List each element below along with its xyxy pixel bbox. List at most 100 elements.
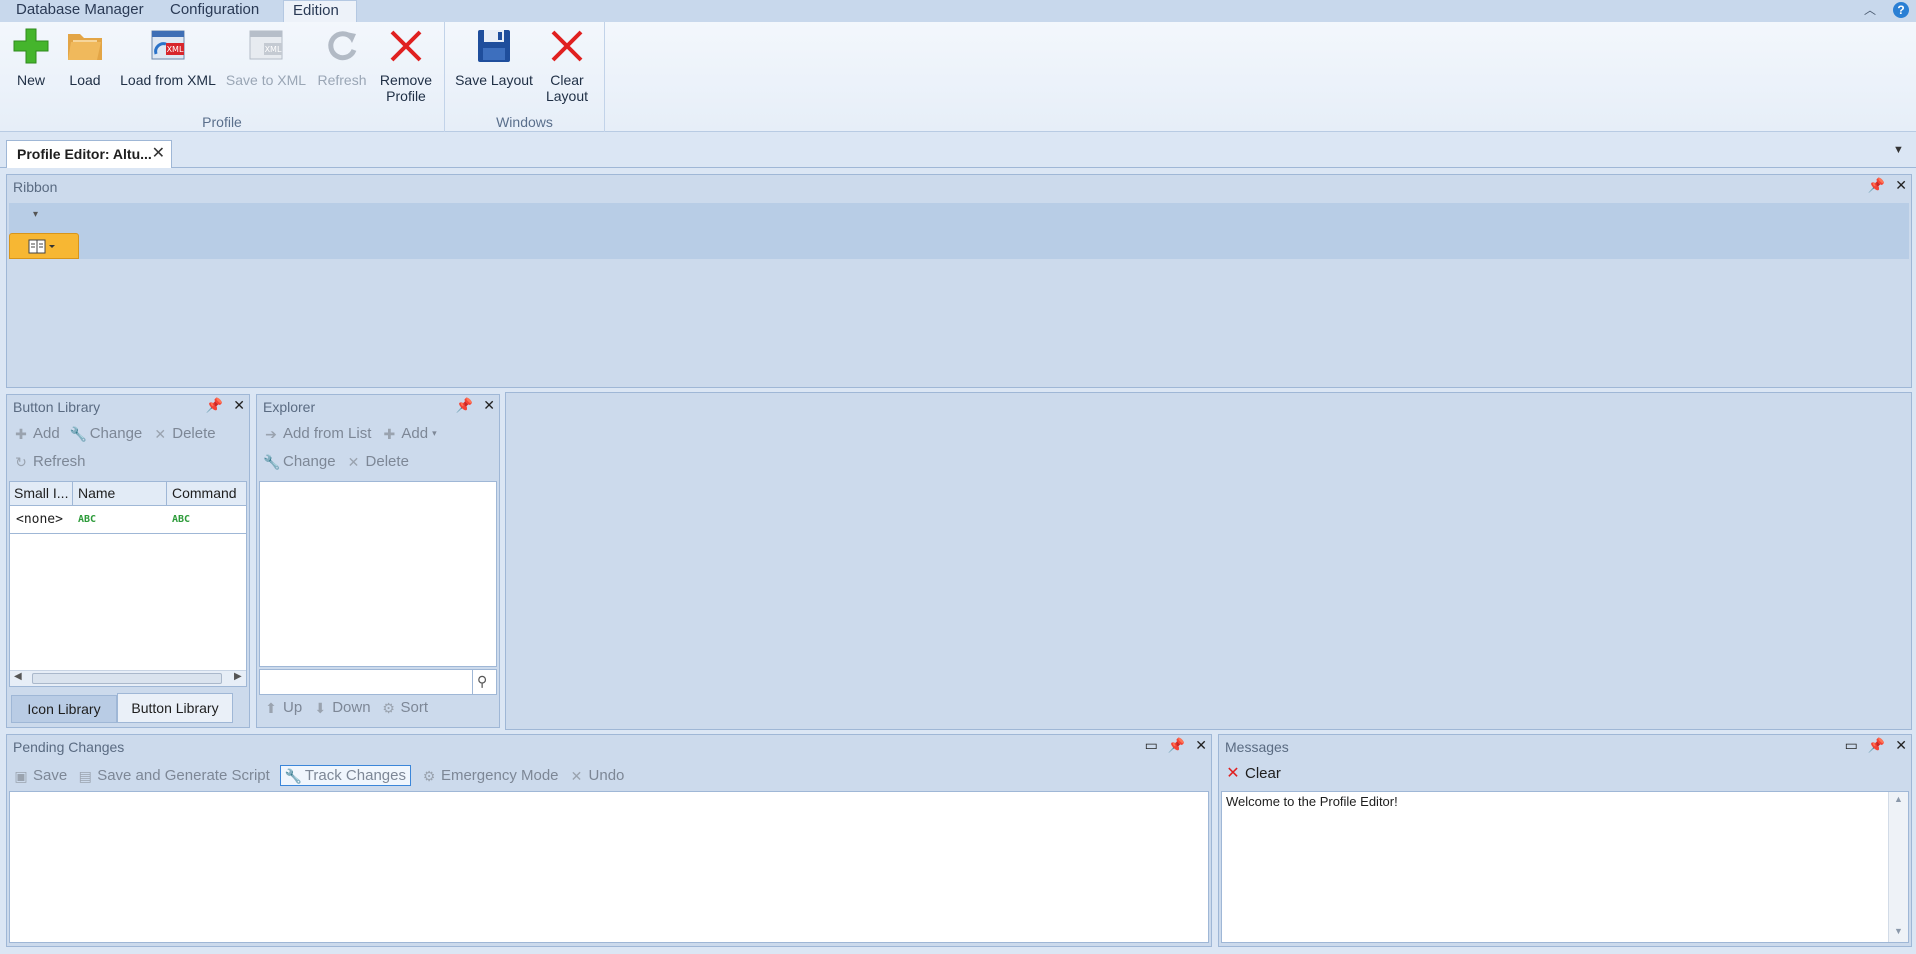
chevron-down-icon: ▾ [432,428,437,438]
abc-field-icon: ABC [78,514,97,525]
change-label: Change [283,453,336,470]
table-row[interactable]: <none> ABC ABC [10,506,246,534]
add-button[interactable]: ✚ Add [13,425,60,442]
add-label: Add [33,425,60,442]
scroll-down-icon[interactable]: ▼ [1894,926,1903,936]
delete-label: Delete [172,425,216,442]
document-tab-label: Profile Editor: Altu... [17,146,152,162]
save-to-xml-button[interactable]: XML Save to XML [224,26,308,88]
pending-changes-list[interactable] [9,791,1209,943]
column-divider [72,482,73,506]
search-icon[interactable]: ⚲ [477,673,487,690]
tab-database-manager[interactable]: Database Manager [7,0,153,22]
close-icon[interactable]: ✕ [152,141,165,167]
chevron-down-icon[interactable]: ▼ [1893,144,1904,156]
column-header-command[interactable]: Command [172,485,237,501]
tab-edition[interactable]: Edition [283,0,357,22]
horizontal-scrollbar[interactable]: ◀ ▶ [10,670,246,686]
tab-icon-library[interactable]: Icon Library [11,695,117,723]
xml-export-icon: XML [244,26,288,66]
wrench-icon: 🔧 [263,453,281,470]
pin-icon[interactable]: 📌 [1868,737,1885,754]
application-menu-button[interactable] [9,233,79,259]
remove-profile-label-2: Profile [386,88,426,104]
plus-icon [9,26,53,66]
ribbon: New Load XML Load from XML XML Save to X… [0,22,1916,132]
xml-import-icon: XML [146,26,190,66]
add-from-list-label: Add from List [283,425,372,442]
floppy-icon [472,26,516,66]
scroll-left-icon[interactable]: ◀ [14,671,22,682]
column-header-name[interactable]: Name [78,485,115,501]
load-from-xml-button[interactable]: XML Load from XML [116,26,220,88]
arrow-up-icon: ⬆ [265,699,277,716]
save-generate-script-button[interactable]: ▤ Save and Generate Script [77,767,270,784]
pin-icon[interactable]: 📌 [206,397,223,414]
remove-profile-button[interactable]: Remove Profile [376,26,436,104]
messages-log: Welcome to the Profile Editor! ▲ ▼ [1221,791,1909,943]
clear-layout-button[interactable]: Clear Layout [539,26,595,104]
up-button[interactable]: ⬆ Up [263,699,302,716]
sort-button[interactable]: ⚙ Sort [381,699,428,716]
delete-button[interactable]: ✕ Delete [346,453,409,470]
change-label: Change [89,425,143,442]
explorer-search-box[interactable]: ⚲ [259,669,497,695]
panel-buttons: ▭ 📌 ✕ [1845,737,1907,754]
scroll-right-icon[interactable]: ▶ [234,671,242,682]
maximize-icon[interactable]: ▭ [1145,737,1158,754]
refresh-button[interactable]: ↻ Refresh [13,453,85,470]
explorer-toolbar: ➔ Add from List ✚ Add ▾ [263,425,447,442]
quick-access-dropdown-icon[interactable]: ▾ [33,209,38,220]
close-icon[interactable]: ✕ [483,397,495,414]
divider [472,670,473,694]
pin-icon[interactable]: 📌 [1168,737,1185,754]
ribbon-preview-strip [9,203,1909,259]
column-header-small-icon[interactable]: Small I... [14,485,68,501]
tab-profile-editor[interactable]: Profile Editor: Altu... ✕ [6,140,172,168]
add-from-list-button[interactable]: ➔ Add from List [263,425,371,442]
help-icon[interactable]: ? [1893,2,1909,18]
tab-configuration[interactable]: Configuration [161,0,268,22]
add-dropdown-button[interactable]: ✚ Add ▾ [381,425,437,442]
close-icon[interactable]: ✕ [1895,737,1907,754]
pin-icon[interactable]: 📌 [1868,177,1885,194]
grid-header: Small I... Name Command [10,482,246,506]
script-icon: ▤ [78,767,92,784]
new-button[interactable]: New [8,26,54,88]
arrow-right-icon: ➔ [265,425,277,442]
delete-button[interactable]: ✕ Delete [152,425,215,442]
close-icon[interactable]: ✕ [1195,737,1207,754]
change-button[interactable]: 🔧 Change [70,425,143,442]
panel-title: Ribbon [13,179,58,195]
minimize-ribbon-icon[interactable]: ︿ [1862,2,1878,18]
explorer-tree[interactable] [259,481,497,667]
load-from-xml-label: Load from XML [120,72,216,88]
refresh-button[interactable]: Refresh [312,26,372,88]
save-to-xml-label: Save to XML [225,72,307,88]
maximize-icon[interactable]: ▭ [1845,737,1858,754]
pin-icon[interactable]: 📌 [456,397,473,414]
load-button[interactable]: Load [62,26,108,88]
close-icon[interactable]: ✕ [1895,177,1907,194]
scrollbar-thumb[interactable] [32,673,222,684]
x-icon: ✕ [570,767,583,784]
scroll-up-icon[interactable]: ▲ [1894,794,1903,804]
clear-button[interactable]: ✕ Clear [1225,765,1281,782]
save-button[interactable]: ▣ Save [13,767,67,784]
panel-buttons: ▭ 📌 ✕ [1145,737,1207,754]
tab-button-library[interactable]: Button Library [117,693,233,723]
emergency-mode-button[interactable]: ⚙ Emergency Mode [421,767,559,784]
ribbon-panel: Ribbon 📌 ✕ ▾ [6,174,1912,388]
track-changes-button[interactable]: 🔧 Track Changes [279,765,411,786]
down-button[interactable]: ⬇ Down [312,699,370,716]
save-layout-button[interactable]: Save Layout [453,26,535,88]
undo-button[interactable]: ✕ Undo [569,767,625,784]
change-button[interactable]: 🔧 Change [263,453,336,470]
vertical-scrollbar[interactable]: ▲ ▼ [1888,792,1908,942]
messages-panel: Messages ▭ 📌 ✕ ✕ Clear Welcome to the Pro… [1218,734,1912,947]
x-icon: ✕ [154,425,167,442]
button-library-grid: Small I... Name Command <none> ABC ABC ◀… [9,481,247,687]
close-icon[interactable]: ✕ [233,397,245,414]
arrow-down-icon: ⬇ [314,699,327,716]
clear-layout-label-1: Clear [550,72,584,88]
